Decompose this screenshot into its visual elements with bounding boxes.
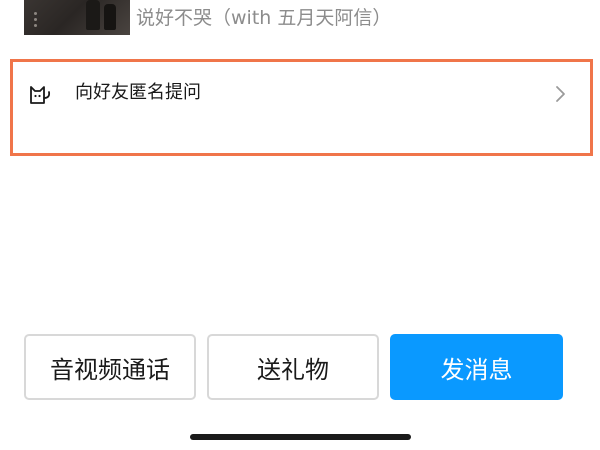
song-row[interactable]: 说好不哭（with 五月天阿信）: [0, 0, 600, 40]
anonymous-question-label: 向好友匿名提问: [75, 82, 201, 103]
anonymous-question-row[interactable]: 向好友匿名提问: [10, 59, 593, 156]
chevron-right-icon: [554, 85, 568, 103]
send-gift-button[interactable]: 送礼物: [207, 334, 379, 400]
song-title: 说好不哭（with 五月天阿信）: [136, 7, 392, 29]
send-message-button[interactable]: 发消息: [390, 334, 563, 400]
album-cover-image: [24, 0, 130, 35]
cat-icon: [27, 82, 53, 108]
profile-page: 说好不哭（with 五月天阿信） 向好友匿名提问 音视频通话 送礼物 发消息: [0, 0, 600, 450]
video-call-button[interactable]: 音视频通话: [24, 334, 196, 400]
home-indicator[interactable]: [190, 434, 411, 440]
